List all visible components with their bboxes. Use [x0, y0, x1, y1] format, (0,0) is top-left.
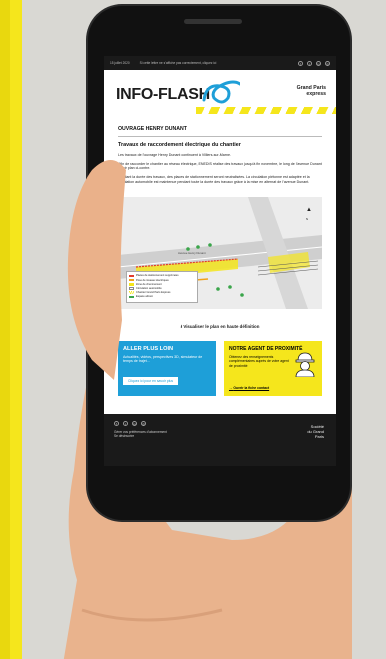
view-in-browser-link[interactable]: Si cette lettre ne s’affiche pas correct… [140, 61, 217, 65]
north-arrow-icon: ▲ [306, 207, 312, 213]
photo-scene: 15 juillet 2020 Si cette lettre ne s’aff… [0, 0, 386, 659]
societe-grand-paris-logo: Société du Grand Paris [307, 424, 324, 439]
swirl-logo-icon [202, 80, 240, 104]
issue-date: 15 juillet 2020 [110, 61, 130, 65]
social-icons: f t in ◎ [298, 60, 330, 66]
unsubscribe-link[interactable]: Se désinscrire [114, 434, 326, 438]
north-label: N [305, 216, 308, 221]
email-footer: f t in ◎ Gérer vos préférences d’abonnem… [104, 414, 336, 466]
worker-avatar-icon [295, 352, 315, 377]
instagram-icon[interactable]: ◎ [325, 60, 330, 66]
email-top-bar: 15 juillet 2020 Si cette lettre ne s’aff… [104, 56, 336, 70]
linkedin-icon[interactable]: in [132, 421, 137, 426]
newsletter-title: INFO-FLASH [116, 86, 210, 103]
hazard-stripe-band [196, 107, 336, 114]
local-agent-box: NOTRE AGENT DE PROXIMITÉ Obtenez des ren… [224, 340, 322, 396]
facebook-icon[interactable]: f [298, 60, 303, 66]
contact-card-link[interactable]: → Ouvrir la fiche contact [229, 386, 269, 390]
local-agent-body: Obtenez des renseignements complémentair… [229, 354, 289, 368]
facebook-icon[interactable]: f [114, 421, 119, 426]
street-label: Avenue Henry Dunant [178, 250, 206, 255]
thumb-image [67, 160, 126, 380]
twitter-icon[interactable]: t [123, 421, 128, 426]
grand-paris-express-logo: Grand Paris express [296, 85, 326, 97]
footer-social-icons: f t in ◎ [114, 421, 326, 426]
yellow-background-stripe-dark [0, 0, 10, 659]
twitter-icon[interactable]: t [307, 60, 312, 66]
linkedin-icon[interactable]: in [316, 60, 321, 66]
instagram-icon[interactable]: ◎ [141, 421, 146, 426]
